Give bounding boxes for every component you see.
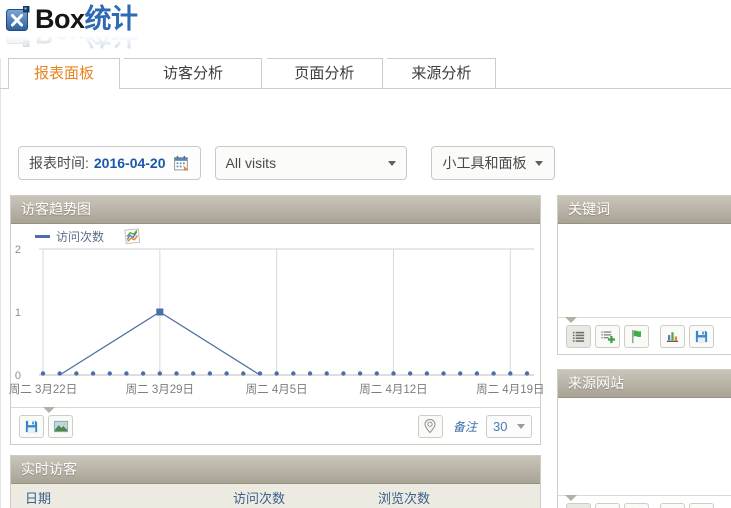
tab-dashboard[interactable]: 报表面板 bbox=[8, 58, 120, 89]
table-icon bbox=[571, 329, 586, 344]
widget-referrers-header[interactable]: 来源网站 bbox=[558, 370, 731, 398]
dashboard-left-column: 访客趋势图 访问次数 0 1 2 周二 3月22日 周二 3月29日 周二 4月5日 周二 … bbox=[10, 195, 541, 508]
footer-expand-arrow-icon bbox=[43, 407, 55, 413]
logo-text: Box统计 bbox=[35, 4, 138, 34]
svg-text:周二 4月5日: 周二 4月5日 bbox=[246, 383, 308, 396]
goal-flag-icon bbox=[629, 329, 644, 344]
logo-text-secondary: 统计 bbox=[85, 4, 138, 34]
svg-text:周二 3月29日: 周二 3月29日 bbox=[126, 383, 194, 396]
realtime-table-header: 日期 访问次数 浏览次数 bbox=[11, 484, 540, 508]
image-export-icon bbox=[53, 419, 69, 434]
date-range-label: 报表时间: bbox=[29, 153, 89, 173]
legend-series-swatch bbox=[35, 235, 50, 238]
svg-text:周二 4月12日: 周二 4月12日 bbox=[359, 383, 427, 396]
main-nav-tabbar: 报表面板 访客分析 页面分析 来源分析 bbox=[0, 58, 731, 89]
rows-count-value: 30 bbox=[493, 419, 507, 434]
export-save-icon bbox=[24, 419, 39, 434]
view-more-columns-button[interactable] bbox=[595, 325, 620, 348]
filter-bar: 报表时间: 2016-04-20 All visits 小工具和面板 bbox=[18, 146, 555, 180]
date-range-value: 2016-04-20 bbox=[94, 155, 166, 171]
widget-keywords: 关键词 bbox=[557, 195, 731, 355]
app-logo[interactable]: Box统计 bbox=[6, 4, 138, 34]
widgets-menu-button[interactable]: 小工具和面板 bbox=[431, 146, 555, 180]
visitor-trend-body: 访问次数 012周二 3月22日周二 3月29日周二 4月5日周二 4月12日周… bbox=[11, 224, 540, 407]
table-more-icon bbox=[600, 329, 615, 344]
export-button[interactable] bbox=[689, 503, 714, 508]
widget-visitor-trend-header[interactable]: 访客趋势图 bbox=[11, 196, 540, 224]
annotations-button[interactable] bbox=[418, 415, 443, 438]
export-button[interactable] bbox=[689, 325, 714, 348]
chevron-down-icon bbox=[517, 424, 525, 429]
keywords-footer bbox=[558, 317, 731, 354]
goals-button[interactable] bbox=[624, 503, 649, 508]
rows-count-selector[interactable]: 30 bbox=[486, 415, 532, 438]
svg-text:周二 4月19日: 周二 4月19日 bbox=[476, 383, 544, 396]
widgets-menu-label: 小工具和面板 bbox=[443, 153, 527, 173]
segment-selector[interactable]: All visits bbox=[215, 146, 407, 180]
footer-expand-arrow-icon bbox=[565, 495, 577, 501]
date-range-selector[interactable]: 报表时间: 2016-04-20 bbox=[18, 146, 201, 180]
chevron-down-icon bbox=[388, 161, 396, 166]
chevron-down-icon bbox=[535, 161, 543, 166]
widget-realtime-header[interactable]: 实时访客 bbox=[11, 456, 540, 484]
visits-chart[interactable]: 012周二 3月22日周二 3月29日周二 4月5日周二 4月12日周二 4月1… bbox=[11, 245, 540, 407]
tab-visitors[interactable]: 访客分析 bbox=[124, 58, 262, 88]
widget-visitor-trend: 访客趋势图 访问次数 0 1 2 周二 3月22日 周二 3月29日 周二 4月5日 周二 … bbox=[10, 195, 541, 445]
dashboard-right-column: 关键词 bbox=[557, 195, 731, 508]
logo-text-primary: Box bbox=[35, 4, 85, 34]
column-header-pageviews[interactable]: 浏览次数 bbox=[378, 488, 540, 507]
widget-referrer-websites: 来源网站 bbox=[557, 369, 731, 508]
column-header-visits[interactable]: 访问次数 bbox=[233, 488, 378, 507]
tab-pages[interactable]: 页面分析 bbox=[267, 58, 383, 88]
bar-chart-icon bbox=[665, 329, 680, 344]
svg-text:周二 3月22日: 周二 3月22日 bbox=[9, 383, 77, 396]
column-header-date[interactable]: 日期 bbox=[11, 488, 233, 507]
keywords-body bbox=[558, 224, 731, 317]
goals-button[interactable] bbox=[624, 325, 649, 348]
annotations-link[interactable]: 备注 bbox=[453, 418, 477, 435]
legend-series-label: 访问次数 bbox=[56, 228, 104, 245]
bar-chart-button[interactable] bbox=[660, 325, 685, 348]
view-table-button[interactable] bbox=[566, 503, 591, 508]
widget-keywords-header[interactable]: 关键词 bbox=[558, 196, 731, 224]
bar-chart-button[interactable] bbox=[660, 503, 685, 508]
svg-text:1: 1 bbox=[15, 307, 21, 319]
visitor-trend-footer: 备注 30 bbox=[11, 407, 540, 444]
calendar-icon bbox=[173, 155, 190, 172]
dashboard-page: Box统计 报表面板 访客分析 页面分析 来源分析 报表时间: 2016-04-… bbox=[0, 0, 731, 508]
chart-legend: 访问次数 bbox=[11, 228, 540, 245]
segment-selector-value: All visits bbox=[226, 155, 277, 171]
widget-realtime-visitors: 实时访客 日期 访问次数 浏览次数 bbox=[10, 455, 541, 508]
export-save-icon bbox=[694, 329, 709, 344]
view-table-button[interactable] bbox=[566, 325, 591, 348]
export-button[interactable] bbox=[19, 415, 44, 438]
view-more-columns-button[interactable] bbox=[595, 503, 620, 508]
logo-icon bbox=[6, 6, 30, 33]
tab-referrers[interactable]: 来源分析 bbox=[387, 58, 496, 88]
referrers-footer bbox=[558, 495, 731, 508]
svg-text:0: 0 bbox=[15, 370, 21, 382]
page-left-border bbox=[0, 58, 1, 508]
referrers-body bbox=[558, 398, 731, 495]
chart-image-icon bbox=[124, 228, 141, 245]
svg-text:2: 2 bbox=[15, 244, 21, 256]
annotation-pin-icon bbox=[422, 418, 438, 434]
footer-expand-arrow-icon bbox=[565, 317, 577, 323]
export-image-button[interactable] bbox=[48, 415, 73, 438]
